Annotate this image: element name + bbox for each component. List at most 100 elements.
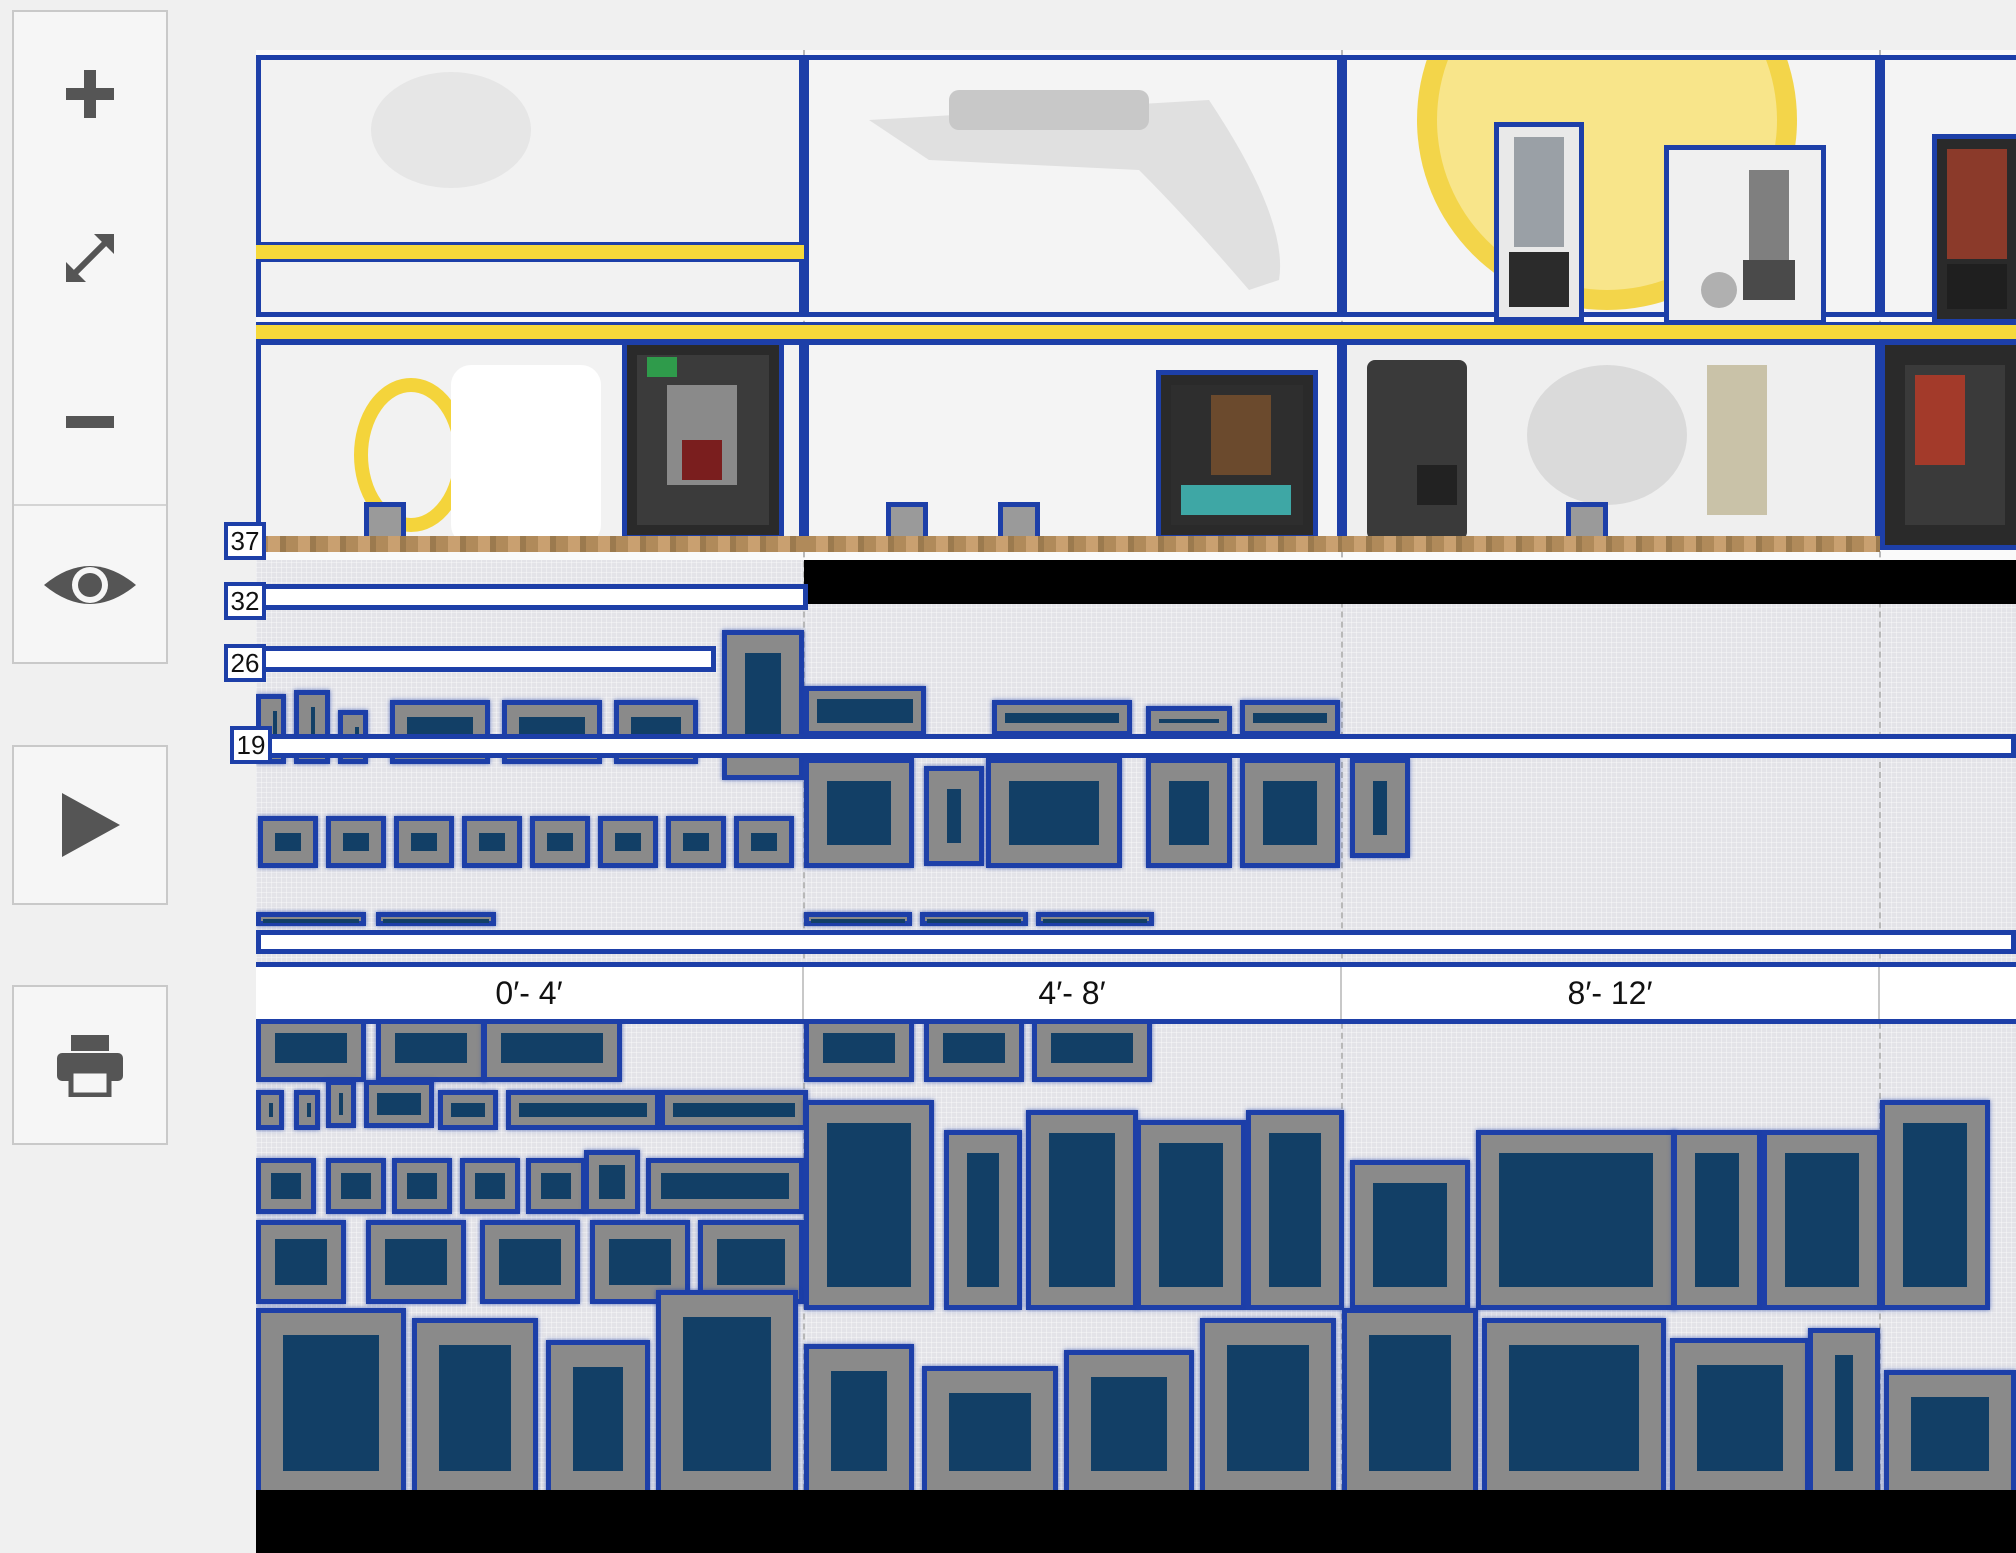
product-facing[interactable] [438, 1090, 498, 1130]
product-facing[interactable] [1884, 1370, 2016, 1498]
zoom-out-button[interactable] [14, 340, 166, 504]
product-facing[interactable] [666, 816, 726, 868]
product-facing[interactable] [804, 758, 914, 868]
product-facing[interactable] [922, 1366, 1058, 1498]
product-facing[interactable] [1880, 1100, 1990, 1310]
product-facing[interactable] [1200, 1318, 1336, 1498]
product-facing[interactable] [804, 912, 912, 926]
product-facing[interactable] [366, 1220, 466, 1304]
product-facing[interactable] [506, 1090, 660, 1130]
product-facing[interactable] [1136, 1120, 1246, 1310]
coffee-maker-product[interactable] [1156, 370, 1318, 540]
product-facing[interactable] [1246, 1110, 1344, 1310]
product-facing[interactable] [394, 816, 454, 868]
product-facing[interactable] [1670, 1338, 1810, 1498]
product-facing-label [271, 1173, 301, 1199]
shelf-height-tag[interactable]: 19 [230, 726, 272, 764]
product-facing[interactable] [1476, 1130, 1676, 1310]
product-facing[interactable] [660, 1090, 808, 1130]
zoom-in-button[interactable] [14, 12, 166, 176]
product-facing[interactable] [256, 1090, 284, 1130]
product-facing[interactable] [646, 1158, 804, 1214]
play-button[interactable] [14, 747, 166, 903]
product-facing[interactable] [656, 1290, 798, 1498]
product-facing-label [817, 699, 913, 723]
bay-header-image[interactable] [256, 55, 804, 317]
product-facing[interactable] [584, 1150, 640, 1214]
product-facing[interactable] [804, 1344, 914, 1498]
product-facing[interactable] [1762, 1130, 1882, 1310]
bay-header-image[interactable] [1880, 340, 2016, 550]
product-facing[interactable] [944, 1130, 1022, 1310]
shelf-height-tag[interactable]: 26 [224, 644, 266, 682]
product-facing-label [1911, 1397, 1989, 1471]
product-facing[interactable] [256, 1220, 346, 1304]
product-facing[interactable] [294, 1090, 320, 1130]
product-facing[interactable] [804, 1100, 934, 1310]
print-toolbar [12, 985, 168, 1145]
product-facing[interactable] [1032, 1014, 1152, 1082]
product-facing[interactable] [1064, 1350, 1194, 1498]
product-facing[interactable] [482, 1014, 622, 1082]
product-facing[interactable] [1240, 700, 1340, 736]
product-facing[interactable] [526, 1158, 586, 1214]
product-facing[interactable] [804, 1014, 914, 1082]
bay-header-image[interactable] [1342, 340, 1880, 550]
product-facing[interactable] [1672, 1130, 1762, 1310]
coffee-maker-product[interactable] [622, 340, 784, 540]
toggle-view-button[interactable] [14, 504, 166, 664]
product-facing[interactable] [256, 912, 366, 926]
product-facing[interactable] [1036, 912, 1154, 926]
product-facing-label [1253, 713, 1327, 723]
planogram-canvas[interactable]: 0′- 4′ 4′- 8′ 8′- 12′ [256, 50, 2016, 1553]
product-facing[interactable] [460, 1158, 520, 1214]
product-facing[interactable] [1026, 1110, 1138, 1310]
product-facing[interactable] [992, 700, 1132, 736]
product-facing[interactable] [364, 1080, 434, 1128]
product-facing[interactable] [376, 912, 496, 926]
product-facing[interactable] [1240, 758, 1340, 868]
bay-header-image[interactable] [804, 55, 1342, 317]
juicer-illustration [371, 72, 531, 188]
product-facing[interactable] [1146, 706, 1232, 736]
blender-product[interactable] [1494, 122, 1584, 322]
product-facing[interactable] [546, 1340, 650, 1498]
product-facing[interactable] [256, 1308, 406, 1498]
product-facing-label [1369, 1335, 1451, 1471]
blender-product[interactable] [1664, 145, 1826, 325]
product-facing[interactable] [258, 816, 318, 868]
product-facing[interactable] [256, 1014, 366, 1082]
product-facing[interactable] [392, 1158, 452, 1214]
product-facing[interactable] [924, 766, 984, 866]
shelf-rail [256, 646, 716, 672]
product-facing[interactable] [480, 1220, 580, 1304]
product-facing[interactable] [598, 816, 658, 868]
product-facing[interactable] [924, 1014, 1024, 1082]
product-facing[interactable] [920, 912, 1028, 926]
product-facing[interactable] [804, 686, 926, 736]
product-facing[interactable] [326, 1158, 386, 1214]
product-facing[interactable] [1350, 1160, 1470, 1310]
product-facing[interactable] [1342, 1308, 1478, 1498]
product-facing[interactable] [1146, 758, 1232, 868]
product-facing-label [1159, 719, 1219, 723]
product-facing[interactable] [1350, 758, 1410, 858]
product-facing[interactable] [530, 816, 590, 868]
product-facing[interactable] [462, 816, 522, 868]
shelf-height-tag[interactable]: 32 [224, 582, 266, 620]
product-facing[interactable] [376, 1014, 486, 1082]
product-facing[interactable] [412, 1318, 538, 1498]
product-facing-label [1903, 1123, 1967, 1287]
product-facing[interactable] [1482, 1318, 1666, 1498]
product-facing[interactable] [1808, 1328, 1880, 1498]
product-facing[interactable] [986, 758, 1122, 868]
product-facing[interactable] [256, 1158, 316, 1214]
product-facing[interactable] [734, 816, 794, 868]
fit-to-screen-button[interactable] [14, 176, 166, 340]
expand-arrows-icon [66, 234, 114, 282]
product-facing[interactable] [326, 1080, 356, 1128]
shelf-height-tag[interactable]: 37 [224, 522, 266, 560]
product-facing[interactable] [326, 816, 386, 868]
print-button[interactable] [14, 987, 166, 1143]
blender-product[interactable] [1932, 134, 2016, 324]
